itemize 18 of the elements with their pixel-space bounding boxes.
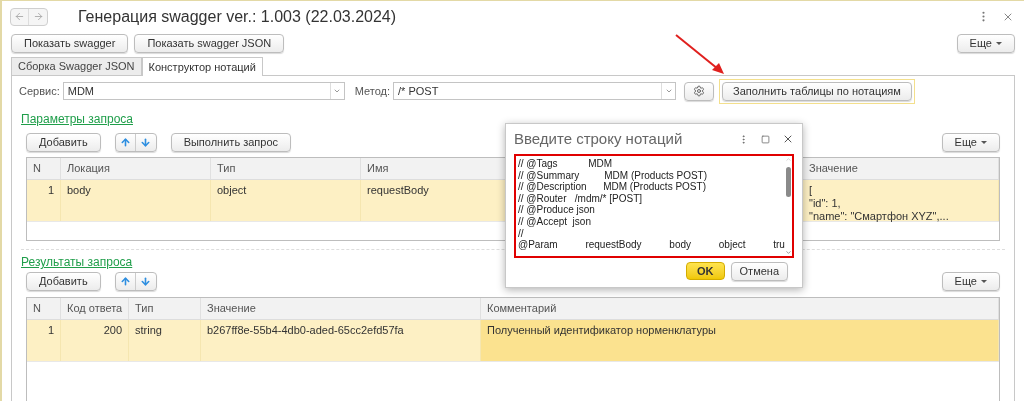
notation-line: // @Router /mdm/* [POST] <box>518 192 644 205</box>
table-cell: 200 <box>61 320 129 361</box>
notation-line: @Param requestBody body object tru <box>518 239 785 251</box>
table-cell: 1 <box>27 180 61 221</box>
table-cell: 1 <box>27 320 61 361</box>
notation-line: // @Produce json <box>518 204 596 216</box>
field-label: Метод: <box>354 83 391 99</box>
field-label: Сервис: <box>19 83 60 99</box>
table-cell: string <box>129 320 201 361</box>
table-cell: object <box>211 180 361 221</box>
window-title: Генерация swagger ver.: 1.003 (22.03.2024) <box>78 6 397 27</box>
table-cell: body <box>61 180 211 221</box>
notation-line: // @Tags MDM <box>518 158 614 170</box>
notation-line: // @Summary MDM (Products POST) <box>518 169 709 182</box>
notation-line: // @Description MDM (Products POST) <box>518 181 707 193</box>
dialog-title: Введите строку нотаций <box>514 128 684 149</box>
table-cell: Полученный идентификатор норменклатуры <box>481 320 999 361</box>
notation-line: // <box>518 227 525 240</box>
